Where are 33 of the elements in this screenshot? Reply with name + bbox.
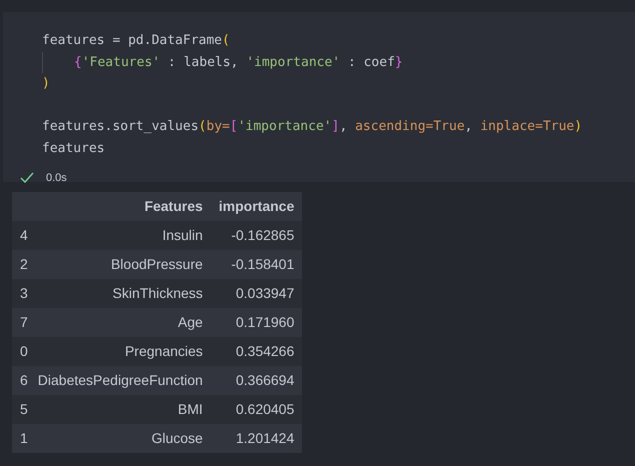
table-cell-text: 0.366694 xyxy=(234,371,296,390)
code-line: {'Features' : labels, 'importance' : coef} xyxy=(42,52,403,74)
table-cell-text: -0.162865 xyxy=(230,226,296,245)
table-cell-text: -0.158401 xyxy=(230,255,296,274)
row-index: 5 xyxy=(19,400,29,419)
row-index: 3 xyxy=(19,284,29,303)
code-line: ) xyxy=(42,75,50,94)
table-cell-text: Pregnancies xyxy=(124,342,204,361)
table-cell-text: 0.171960 xyxy=(234,313,296,332)
code-line: features = pd.DataFrame( xyxy=(42,32,230,50)
table-cell-text: DiabetesPedigreeFunction xyxy=(36,371,204,390)
execution-time: 0.0s xyxy=(46,172,67,184)
row-index: 0 xyxy=(19,342,29,361)
row-index: 1 xyxy=(19,429,29,448)
table-cell-text: BloodPressure xyxy=(110,255,204,274)
table-cell-text: Glucose xyxy=(150,429,204,448)
code-cell[interactable]: features = pd.DataFrame( {'Features' : labels, 'importance' : coef} ) features.sort_values(by=['importance'], ascending=True, inplace=True) features 0.0s xyxy=(3,12,635,182)
row-index: 4 xyxy=(19,226,29,245)
code-line: features xyxy=(42,140,105,158)
table-cell-text: 0.620405 xyxy=(234,400,296,419)
table-cell-text: SkinThickness xyxy=(112,284,204,303)
table-cell-text: BMI xyxy=(176,400,204,419)
column-header: Features xyxy=(143,197,204,216)
table-cell-text: 0.033947 xyxy=(234,284,296,303)
row-index: 7 xyxy=(19,313,29,332)
table-cell-text: 1.201424 xyxy=(234,429,296,448)
column-header: importance xyxy=(218,197,296,216)
table-cell-text: 0.354266 xyxy=(234,342,296,361)
code-line: features.sort_values(by=['importance'], ascending=True, inplace=True) xyxy=(42,118,582,136)
row-index: 2 xyxy=(19,255,29,274)
table-cell-text: Age xyxy=(176,313,204,332)
row-index: 6 xyxy=(19,371,29,390)
table-cell-text: Insulin xyxy=(161,226,204,245)
